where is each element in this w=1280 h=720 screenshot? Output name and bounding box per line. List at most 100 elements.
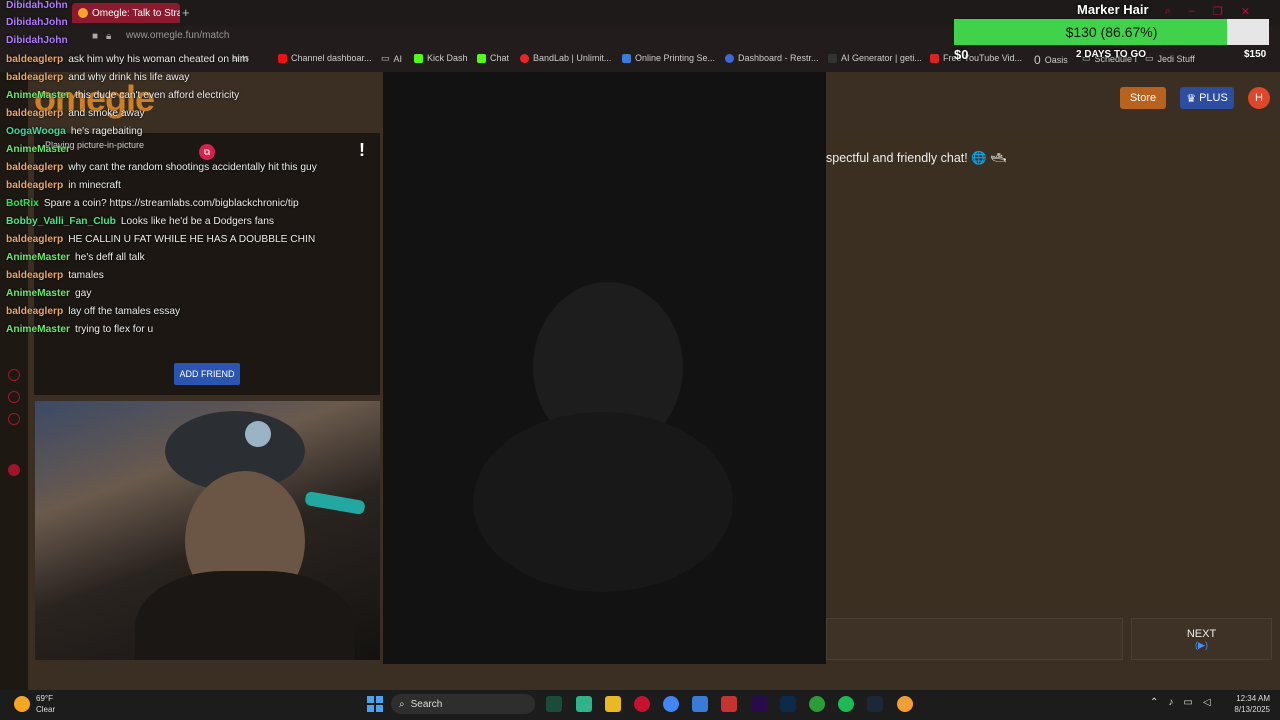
youtube-icon xyxy=(278,53,287,63)
history-icon[interactable] xyxy=(8,369,20,381)
chat-username[interactable]: baldeaglerp xyxy=(6,180,63,191)
restream-icon xyxy=(725,53,734,63)
chat-username[interactable]: AnimeMaster xyxy=(6,288,70,299)
chat-username[interactable]: DibidahJohn xyxy=(6,35,68,46)
avatar[interactable]: H xyxy=(1248,87,1270,109)
window-controls: ⌕ – ❐ ✕ xyxy=(1165,5,1250,18)
chat-text: gay xyxy=(74,288,92,299)
microphone-icon[interactable]: ♪ xyxy=(1168,697,1173,708)
premiere-icon[interactable] xyxy=(751,696,767,712)
bookmark-chat[interactable]: Chat xyxy=(477,53,509,63)
message-input[interactable] xyxy=(826,618,1123,660)
photoshop-icon[interactable] xyxy=(780,696,796,712)
chat-message: AnimeMaster trying to flex for u xyxy=(6,324,153,335)
chat-username[interactable]: baldeaglerp xyxy=(6,108,63,119)
restore-icon[interactable]: ❐ xyxy=(1213,5,1223,18)
bookmark-ai-generator[interactable]: AI Generator | geti... xyxy=(828,53,922,63)
chat-message: baldeaglerp tamales xyxy=(6,270,104,281)
folder-icon: ▭ xyxy=(381,53,390,63)
opera-icon[interactable] xyxy=(634,696,650,712)
new-tab-button[interactable]: + xyxy=(182,5,190,20)
minimize-icon[interactable]: – xyxy=(1189,5,1195,18)
share-icon[interactable] xyxy=(8,391,20,403)
start-button[interactable] xyxy=(367,696,383,712)
chat-text: this dude can't even afford electricity xyxy=(74,90,240,101)
chat-username[interactable]: AnimeMaster xyxy=(6,324,70,335)
chat-message: DibidahJohn xyxy=(6,17,73,28)
taskbar-search[interactable]: ⌕ Search xyxy=(391,694,535,714)
photos-icon[interactable] xyxy=(692,696,708,712)
search-tabs-icon[interactable]: ⌕ xyxy=(1165,5,1171,18)
app-icon[interactable] xyxy=(897,696,913,712)
chat-text: ask him why his woman cheated on him xyxy=(68,54,249,65)
store-button[interactable]: Store xyxy=(1120,87,1166,109)
next-shortcut: (▶) xyxy=(1195,639,1208,650)
bookmark-channel-dashboard[interactable]: Channel dashboar... xyxy=(278,53,372,63)
chat-text: HE CALLIN U FAT WHILE HE HAS A DOUBBLE C… xyxy=(68,234,316,245)
chat-username[interactable]: baldeaglerp xyxy=(6,270,63,281)
chevron-up-icon[interactable]: ⌃ xyxy=(1150,697,1158,708)
chat-username[interactable]: AnimeMaster xyxy=(6,90,70,101)
record-icon[interactable] xyxy=(8,464,20,476)
chat-username[interactable]: BotRix xyxy=(6,198,39,209)
chat-message: BotRix Spare a coin? https://streamlabs.c… xyxy=(6,198,299,209)
volume-icon[interactable]: ◁ xyxy=(1203,697,1211,708)
spotify-icon[interactable] xyxy=(838,696,854,712)
bookmark-online-printing[interactable]: Online Printing Se... xyxy=(622,53,715,63)
chat-username[interactable]: DibidahJohn xyxy=(6,0,68,11)
chat-username[interactable]: DibidahJohn xyxy=(6,17,68,28)
audition-icon[interactable] xyxy=(546,696,562,712)
bookmark-bandlab[interactable]: BandLab | Unlimit... xyxy=(520,53,611,63)
chat-username[interactable]: AnimeMaster xyxy=(6,144,70,155)
settings-icon[interactable] xyxy=(8,413,20,425)
xbox-icon[interactable] xyxy=(809,696,825,712)
weather-widget[interactable]: 69°F Clear xyxy=(14,693,55,715)
chat-message: baldeaglerp in minecraft xyxy=(6,180,121,191)
shirt-shape xyxy=(135,571,355,660)
chat-text: Looks like he'd be a Dodgers fans xyxy=(120,216,274,227)
chat-message: baldeaglerp lay off the tamales essay xyxy=(6,306,180,317)
ai-generator-icon xyxy=(828,53,837,63)
lock-icon[interactable]: 🔒︎ xyxy=(106,31,111,42)
picture-in-picture-icon[interactable]: ⧉ xyxy=(199,144,215,160)
report-icon[interactable]: ! xyxy=(359,140,365,161)
streamlabs-icon[interactable] xyxy=(576,696,592,712)
clock[interactable]: 12:34 AM 8/13/2025 xyxy=(1222,693,1270,715)
omegle-favicon-icon xyxy=(78,8,88,18)
tab-omegle[interactable]: Omegle: Talk to Strang xyxy=(72,3,180,23)
goal-amount: $130 (86.67%) xyxy=(1065,24,1158,40)
chat-username[interactable]: baldeaglerp xyxy=(6,234,63,245)
display-icon[interactable]: ▭ xyxy=(1183,697,1192,708)
next-button[interactable]: NEXT (▶) xyxy=(1131,618,1272,660)
chat-message: baldeaglerp and smoke away xyxy=(6,108,145,119)
chat-text: trying to flex for u xyxy=(74,324,154,335)
bookmark-dashboard-restream[interactable]: Dashboard - Restr... xyxy=(725,53,819,63)
bookmark-jedi-stuff[interactable]: ▭ Jedi Stuff xyxy=(1145,53,1195,64)
goal-max: $150 xyxy=(1244,49,1267,60)
steam-icon[interactable] xyxy=(867,696,883,712)
chrome-icon[interactable] xyxy=(663,696,679,712)
chat-username[interactable]: Bobby_Valli_Fan_Club xyxy=(6,216,116,227)
add-friend-button[interactable]: ADD FRIEND xyxy=(174,363,240,385)
chat-username[interactable]: baldeaglerp xyxy=(6,72,63,83)
bookmark-ai[interactable]: ▭ AI xyxy=(381,53,402,64)
chat-username[interactable]: baldeaglerp xyxy=(6,306,63,317)
goal-days-left: 2 DAYS TO GO xyxy=(1076,49,1147,60)
close-icon[interactable]: ✕ xyxy=(1241,5,1250,18)
chat-message: Bobby_Valli_Fan_Club Looks like he'd be a… xyxy=(6,216,274,227)
search-label: Search xyxy=(410,698,443,710)
bookmark-kick-dash[interactable]: Kick Dash xyxy=(414,53,468,63)
chat-username[interactable]: AnimeMaster xyxy=(6,252,70,263)
calendar-icon[interactable] xyxy=(721,696,737,712)
chat-username[interactable]: baldeaglerp xyxy=(6,54,63,65)
chat-username[interactable]: OogaWooga xyxy=(6,126,66,137)
chat-username[interactable]: baldeaglerp xyxy=(6,162,63,173)
file-explorer-icon[interactable] xyxy=(605,696,621,712)
plus-button[interactable]: ♛ PLUS xyxy=(1180,87,1234,109)
chat-message: OogaWooga he's ragebaiting xyxy=(6,126,142,137)
camera-icon[interactable]: ■ xyxy=(92,31,98,42)
bookmark-oasis[interactable]: 0 Oasis xyxy=(1034,53,1068,67)
url-field[interactable]: www.omegle.fun/match xyxy=(126,30,229,41)
chat-text: lay off the tamales essay xyxy=(68,306,181,317)
bookmark-free-youtube[interactable]: Free YouTube Vid... xyxy=(930,53,1022,63)
